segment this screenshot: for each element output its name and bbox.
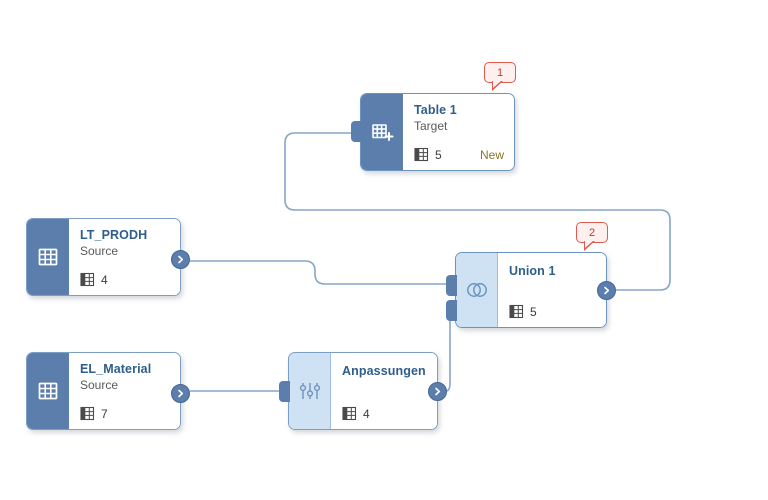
lt-prodh-title: LT_PRODH — [80, 228, 148, 242]
chevron-right-icon — [435, 387, 441, 396]
table-count-icon — [80, 406, 95, 421]
table1-footer: 5 New — [414, 147, 504, 162]
table-grid-icon — [38, 248, 58, 266]
el-material-subtitle: Source — [80, 378, 119, 392]
edge-ltprodh-to-union — [190, 260, 450, 285]
el-material-footer: 7 — [80, 406, 170, 421]
flow-canvas[interactable]: Table 1 Target 5 New 1 LT_PRODH Source 4… — [0, 0, 768, 500]
anpassungen-count: 4 — [363, 406, 370, 421]
table1-body: Table 1 Target 5 New — [403, 94, 514, 170]
node-lt-prodh[interactable]: LT_PRODH Source 4 — [26, 218, 190, 296]
badge-table1[interactable]: 1 — [484, 62, 516, 91]
anpassungen-footer: 4 — [342, 406, 427, 421]
el-material-icon-panel — [27, 353, 69, 429]
anpassungen-output-port[interactable] — [428, 382, 447, 401]
union1-input-port-2[interactable] — [446, 300, 457, 321]
el-material-count: 7 — [101, 406, 108, 421]
union1-body: Union 1 5 — [498, 253, 606, 327]
table-count-icon — [509, 304, 524, 319]
union1-input-port-1[interactable] — [446, 275, 457, 296]
table-count-icon — [80, 272, 95, 287]
union1-title: Union 1 — [509, 264, 556, 278]
lt-prodh-footer: 4 — [80, 272, 170, 287]
badge-table1-label: 1 — [496, 66, 504, 79]
node-el-material[interactable]: EL_Material Source 7 — [26, 352, 190, 430]
lt-prodh-body: LT_PRODH Source 4 — [69, 219, 180, 295]
table1-subtitle: Target — [414, 119, 448, 133]
badge-union1-label: 2 — [588, 226, 596, 239]
table-grid-icon — [38, 382, 58, 400]
node-table1[interactable]: Table 1 Target 5 New — [351, 93, 515, 171]
chevron-right-icon — [178, 255, 184, 264]
el-material-title: EL_Material — [80, 362, 152, 376]
node-union1[interactable]: Union 1 5 — [446, 252, 616, 328]
table-plus-icon — [372, 124, 394, 141]
union1-icon-panel — [456, 253, 498, 327]
anpassungen-input-port[interactable] — [279, 381, 290, 402]
union-circles-icon — [466, 283, 487, 297]
lt-prodh-output-port[interactable] — [171, 250, 190, 269]
sliders-icon — [299, 383, 320, 399]
table1-status-badge: New — [479, 147, 504, 162]
table1-count: 5 — [435, 147, 442, 162]
el-material-output-port[interactable] — [171, 384, 190, 403]
chevron-right-icon — [604, 286, 610, 295]
anpassungen-title: Anpassungen — [342, 364, 426, 378]
badge-union1[interactable]: 2 — [576, 222, 608, 251]
chevron-right-icon — [178, 389, 184, 398]
lt-prodh-count: 4 — [101, 272, 108, 287]
anpassungen-body: Anpassungen 4 — [331, 353, 437, 429]
union1-count: 5 — [530, 304, 537, 319]
lt-prodh-icon-panel — [27, 219, 69, 295]
table-count-icon — [342, 406, 357, 421]
table1-title: Table 1 — [414, 103, 457, 117]
anpassungen-icon-panel — [289, 353, 331, 429]
node-anpassungen[interactable]: Anpassungen 4 — [279, 352, 447, 430]
union1-footer: 5 — [509, 304, 596, 319]
union1-output-port[interactable] — [597, 281, 616, 300]
lt-prodh-subtitle: Source — [80, 244, 119, 258]
table-count-icon — [414, 147, 429, 162]
table1-input-port[interactable] — [351, 121, 362, 142]
el-material-body: EL_Material Source 7 — [69, 353, 180, 429]
table1-icon-panel — [361, 94, 403, 170]
